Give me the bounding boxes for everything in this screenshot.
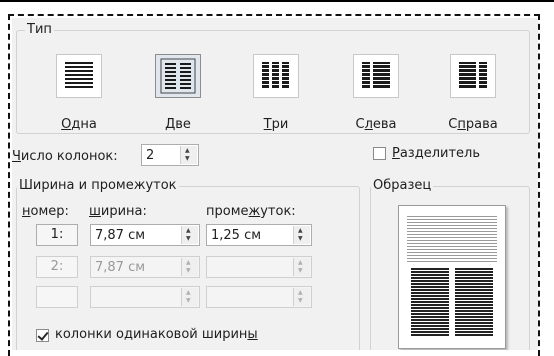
row2-gap-spinner: ▲ ▼ — [206, 256, 312, 278]
gap-header: промежуток: — [206, 204, 296, 219]
width-gap-title: Ширина и промежуток — [17, 178, 179, 193]
row1-gap-value: 1,25 см — [211, 228, 262, 243]
row2-gap-arrows: ▲ ▼ — [293, 258, 310, 276]
one-column-icon — [65, 62, 93, 88]
sample-preview — [398, 205, 506, 349]
type-two-button[interactable] — [155, 54, 201, 98]
type-left-button[interactable] — [353, 54, 399, 98]
columns-count-value: 2 — [146, 148, 155, 163]
page-preview-image — [407, 216, 497, 336]
right-column-icon — [459, 62, 487, 88]
top-rule — [0, 0, 554, 2]
spin-down-icon[interactable]: ▼ — [298, 236, 303, 242]
type-group-title: Тип — [25, 22, 54, 37]
row3-gap-spinner: ▲ ▼ — [206, 286, 312, 308]
type-left-label[interactable]: Слева — [345, 117, 407, 132]
type-one-label[interactable]: Одна — [48, 117, 110, 132]
spin-up-icon[interactable]: ▲ — [185, 148, 190, 154]
type-three-label[interactable]: Три — [245, 117, 307, 132]
row1-number: 1: — [36, 224, 78, 246]
spin-up-icon[interactable]: ▲ — [298, 228, 303, 234]
equal-width-label[interactable]: колонки одинаковой ширины — [55, 327, 258, 342]
row2-width-arrows: ▲ ▼ — [181, 258, 198, 276]
spin-up-icon: ▲ — [298, 289, 303, 296]
row3-gap-arrows: ▲ ▼ — [293, 288, 310, 306]
columns-count-spinner[interactable]: 2 ▲ ▼ — [141, 144, 199, 166]
spin-down-icon[interactable]: ▼ — [186, 236, 191, 242]
row1-width-spinner[interactable]: 7,87 см ▲ ▼ — [90, 224, 200, 246]
type-three-button[interactable] — [253, 54, 299, 98]
two-columns-icon — [160, 58, 196, 94]
columns-count-arrows[interactable]: ▲ ▼ — [180, 146, 197, 164]
row1-width-value: 7,87 см — [95, 228, 146, 243]
row2-width-value: 7,87 см — [95, 260, 146, 275]
spin-up-icon[interactable]: ▲ — [186, 228, 191, 234]
spin-down-icon: ▼ — [186, 297, 191, 304]
columns-count-label: Число колонок: — [12, 149, 118, 164]
row3-width-spinner: ▲ ▼ — [90, 286, 200, 308]
type-right-label[interactable]: Справа — [440, 117, 506, 132]
row1-gap-spinner[interactable]: 1,25 см ▲ ▼ — [206, 224, 312, 246]
spin-down-icon: ▼ — [186, 267, 191, 274]
separator-checkbox[interactable] — [373, 147, 386, 160]
spin-up-icon: ▲ — [186, 259, 191, 266]
type-one-button[interactable] — [56, 54, 102, 98]
left-column-icon — [362, 62, 390, 88]
spin-down-icon: ▼ — [298, 267, 303, 274]
row2-width-spinner: 7,87 см ▲ ▼ — [90, 256, 200, 278]
spin-up-icon: ▲ — [186, 289, 191, 296]
equal-width-checkbox[interactable] — [36, 329, 49, 342]
row3-width-arrows: ▲ ▼ — [181, 288, 198, 306]
type-two-label[interactable]: Две — [147, 117, 209, 132]
spin-down-icon: ▼ — [298, 297, 303, 304]
three-columns-icon — [262, 62, 290, 88]
row3-number — [36, 286, 78, 308]
row2-number: 2: — [36, 256, 78, 278]
type-right-button[interactable] — [450, 54, 496, 98]
num-header: номер: — [22, 204, 69, 219]
spin-down-icon[interactable]: ▼ — [185, 156, 190, 162]
row1-width-arrows[interactable]: ▲ ▼ — [181, 226, 198, 244]
columns-dialog: Тип Одна Две Три Слева Справа Число коло… — [12, 18, 538, 350]
spin-up-icon: ▲ — [298, 259, 303, 266]
sample-title: Образец — [371, 178, 434, 193]
width-header: ширина: — [89, 204, 147, 219]
row1-gap-arrows[interactable]: ▲ ▼ — [293, 226, 310, 244]
separator-label[interactable]: Разделитель — [392, 146, 480, 161]
